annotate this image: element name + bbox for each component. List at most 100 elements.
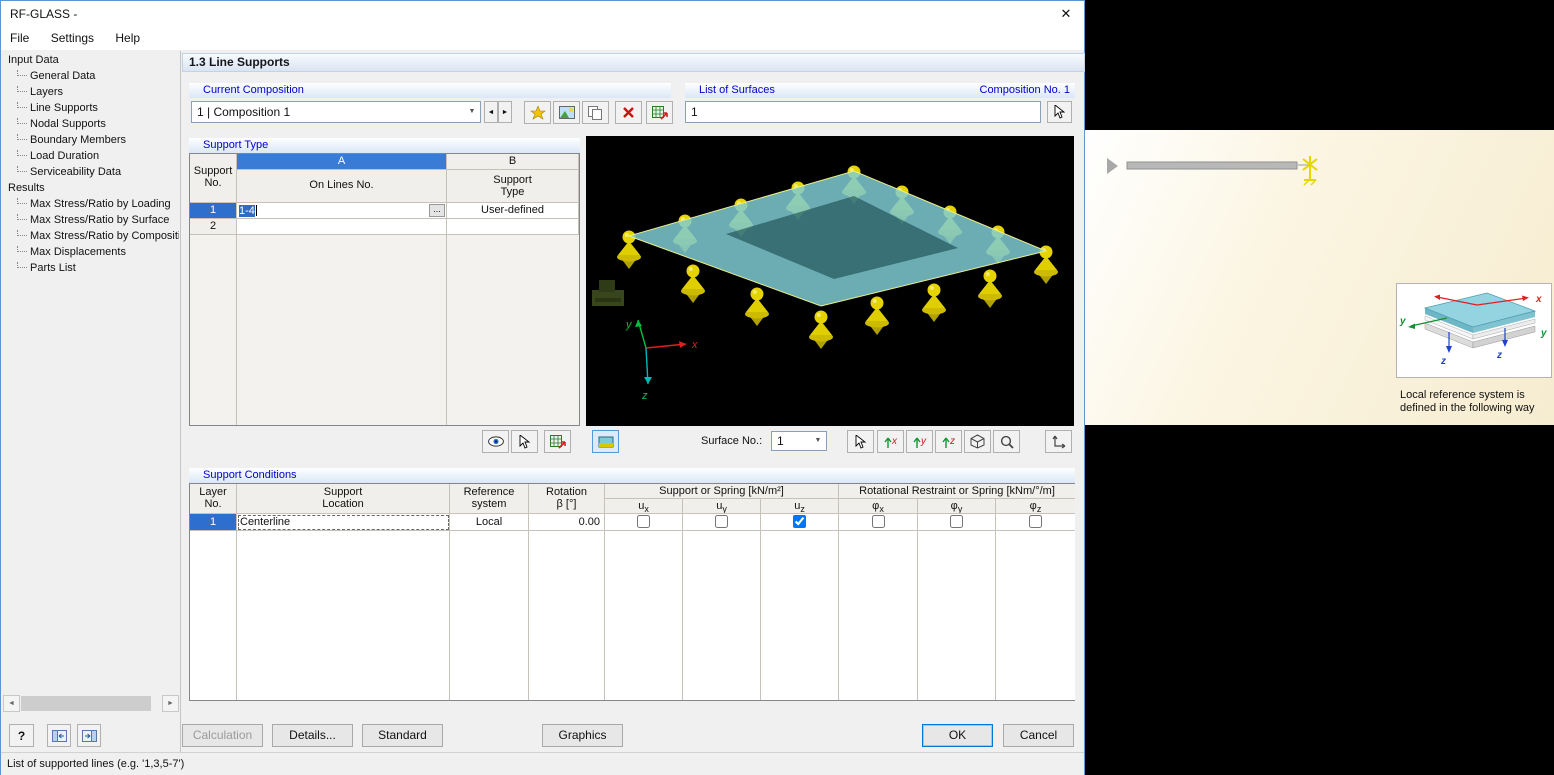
status-bar: List of supported lines (e.g. '1,3,5-7'): [1, 752, 1084, 775]
rotation-cell[interactable]: 0.00: [529, 514, 605, 531]
help-button[interactable]: ?: [9, 724, 34, 747]
tree-input-data[interactable]: Input Data: [3, 52, 179, 68]
support-location-cell[interactable]: Centerline: [237, 514, 450, 531]
export-composition-button[interactable]: [646, 101, 673, 124]
standard-button[interactable]: Standard: [362, 724, 443, 747]
row-2-header[interactable]: 2: [190, 219, 237, 235]
phiy-cell[interactable]: [918, 514, 996, 531]
uy-checkbox[interactable]: [715, 515, 728, 528]
phiz-checkbox[interactable]: [1029, 515, 1042, 528]
scroll-left-arrow[interactable]: ◄: [3, 695, 20, 712]
next-composition-button[interactable]: ►: [498, 101, 512, 123]
render-mode-button[interactable]: [592, 430, 619, 453]
pick-lines-button[interactable]: [511, 430, 538, 453]
export-table-button[interactable]: [544, 430, 571, 453]
phix-cell[interactable]: [839, 514, 918, 531]
new-composition-button[interactable]: [524, 101, 551, 124]
tree-boundary-members[interactable]: Boundary Members: [3, 132, 179, 148]
ux-cell[interactable]: [605, 514, 683, 531]
isometric-view-button[interactable]: [964, 430, 991, 453]
reference-system-cell[interactable]: Local: [450, 514, 529, 531]
tree-horizontal-scrollbar[interactable]: ◄ ►: [3, 695, 179, 712]
ok-button[interactable]: OK: [922, 724, 993, 747]
panel-title: 1.3 Line Supports: [182, 53, 1085, 72]
table-filler: [683, 531, 761, 700]
phiz-cell[interactable]: [996, 514, 1075, 531]
tree-results[interactable]: Results: [3, 180, 179, 196]
tree-max-stress-surface[interactable]: Max Stress/Ratio by Surface: [3, 212, 179, 228]
axes-corner-icon: [1052, 435, 1065, 448]
copy-composition-button[interactable]: [582, 101, 609, 124]
tree-serviceability-data[interactable]: Serviceability Data: [3, 164, 179, 180]
tree-max-displacements[interactable]: Max Displacements: [3, 244, 179, 260]
tree-max-stress-composition[interactable]: Max Stress/Ratio by Compositio: [3, 228, 179, 244]
view-x-button[interactable]: x: [877, 430, 904, 453]
surfaces-list-input[interactable]: 1: [685, 101, 1041, 123]
tree-general-data[interactable]: General Data: [3, 68, 179, 84]
tree-line-supports[interactable]: Line Supports: [3, 100, 179, 116]
delete-composition-button[interactable]: [615, 101, 642, 124]
arrow-icon: [942, 437, 950, 448]
visibility-button[interactable]: [482, 430, 509, 453]
tree-parts-list[interactable]: Parts List: [3, 260, 179, 276]
panel-toggle-left-button[interactable]: [47, 724, 71, 747]
ux-checkbox[interactable]: [637, 515, 650, 528]
column-header-reference-system: Reference system: [450, 484, 529, 514]
window-title: RF-GLASS -: [10, 7, 78, 21]
support-type-cell[interactable]: User-defined: [447, 203, 579, 219]
column-header-ux: ux: [605, 499, 683, 514]
help-icon: ?: [17, 728, 26, 743]
uz-cell[interactable]: [761, 514, 839, 531]
uy-cell[interactable]: [683, 514, 761, 531]
zoom-button[interactable]: [993, 430, 1020, 453]
sidebar-separator: [180, 51, 181, 752]
menu-file[interactable]: File: [1, 27, 38, 50]
menu-help[interactable]: Help: [106, 27, 149, 50]
view-z-button[interactable]: z: [935, 430, 962, 453]
column-header-a[interactable]: A: [237, 154, 447, 170]
cancel-button[interactable]: Cancel: [1003, 724, 1074, 747]
graphics-button[interactable]: Graphics: [542, 724, 623, 747]
table-filler: [761, 531, 839, 700]
view-y-button[interactable]: y: [906, 430, 933, 453]
tree-nodal-supports[interactable]: Nodal Supports: [3, 116, 179, 132]
column-header-b[interactable]: B: [447, 154, 579, 170]
coordinate-system-button[interactable]: [1045, 430, 1072, 453]
support-type-cell-empty[interactable]: [447, 219, 579, 235]
phiy-checkbox[interactable]: [950, 515, 963, 528]
tree-load-duration[interactable]: Load Duration: [3, 148, 179, 164]
graphics-viewport[interactable]: y x z: [586, 136, 1074, 426]
table-export-icon: [549, 434, 566, 449]
on-lines-cell-empty[interactable]: [237, 219, 447, 235]
menu-settings[interactable]: Settings: [42, 27, 103, 50]
scroll-right-arrow[interactable]: ►: [162, 695, 179, 712]
column-header-on-lines-no: On Lines No.: [237, 170, 447, 203]
pick-surfaces-button[interactable]: [1047, 101, 1072, 123]
title-bar[interactable]: RF-GLASS - ✕: [1, 1, 1084, 27]
previous-composition-button[interactable]: ◄: [484, 101, 498, 123]
layer-row-header[interactable]: 1: [190, 514, 237, 531]
browse-lines-button[interactable]: ...: [429, 204, 445, 217]
calculation-button[interactable]: Calculation: [182, 724, 263, 747]
details-button[interactable]: Details...: [272, 724, 353, 747]
panel-arrow-left-icon: [51, 729, 67, 742]
cursor-arrow-icon: [519, 434, 530, 449]
table-filler: [237, 531, 450, 700]
scrollbar-thumb[interactable]: [21, 696, 151, 711]
reference-system-image: x y y z z: [1396, 283, 1552, 378]
edit-composition-button[interactable]: [553, 101, 580, 124]
row-1-header[interactable]: 1: [190, 203, 237, 219]
on-lines-value[interactable]: 1-4: [239, 204, 255, 217]
composition-combobox[interactable]: 1 | Composition 1 ▼: [191, 101, 481, 123]
phix-checkbox[interactable]: [871, 515, 885, 528]
tree-layers[interactable]: Layers: [3, 84, 179, 100]
support-type-header: Support Type: [189, 138, 580, 153]
close-button[interactable]: ✕: [1050, 1, 1082, 27]
panel-toggle-right-button[interactable]: [77, 724, 101, 747]
tree-max-stress-loading[interactable]: Max Stress/Ratio by Loading: [3, 196, 179, 212]
surface-no-dropdown[interactable]: 1 ▼: [771, 431, 827, 451]
pick-surface-button[interactable]: [847, 430, 874, 453]
svg-text:y: y: [1399, 316, 1406, 327]
on-lines-cell[interactable]: 1-4 ...: [237, 203, 447, 219]
uz-checkbox[interactable]: [793, 515, 806, 528]
